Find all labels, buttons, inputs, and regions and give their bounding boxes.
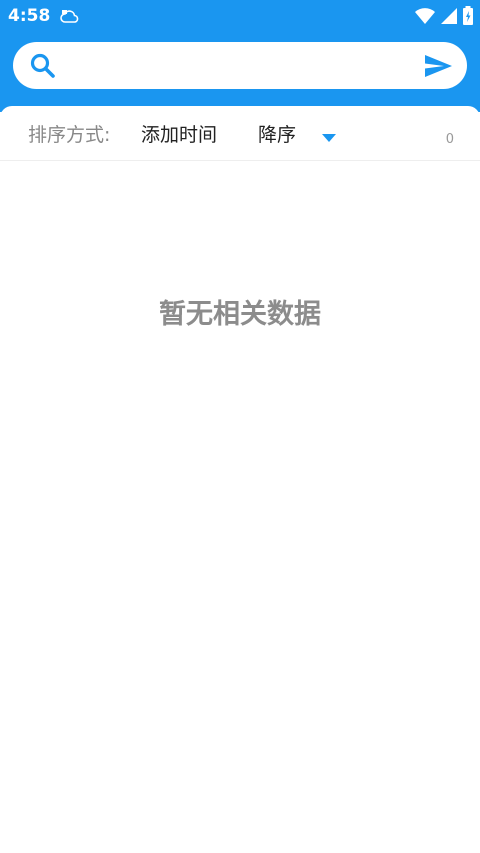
search-input[interactable]	[69, 50, 409, 81]
cloud-notification-icon	[60, 8, 80, 30]
sort-label: 排序方式:	[28, 124, 111, 146]
empty-state-message: 暂无相关数据	[159, 299, 321, 330]
signal-icon	[440, 7, 458, 29]
search-icon[interactable]	[29, 52, 57, 80]
screen: 4:58 排序方式: 添加时间 降序 0 暂无相关数据	[0, 0, 480, 853]
send-icon[interactable]	[423, 51, 453, 81]
wifi-icon	[414, 7, 436, 29]
sort-bar: 排序方式: 添加时间 降序 0	[0, 106, 480, 161]
status-bar: 4:58	[0, 0, 480, 34]
status-icons	[414, 6, 474, 30]
app-header: 4:58	[0, 0, 480, 112]
status-time: 4:58	[8, 6, 51, 26]
search-bar	[13, 42, 467, 89]
sort-field-selector[interactable]: 添加时间	[141, 120, 217, 147]
battery-icon	[462, 6, 474, 30]
caret-down-icon[interactable]	[320, 128, 338, 142]
sort-order-selector[interactable]: 降序	[258, 120, 296, 147]
item-count: 0	[445, 132, 454, 147]
